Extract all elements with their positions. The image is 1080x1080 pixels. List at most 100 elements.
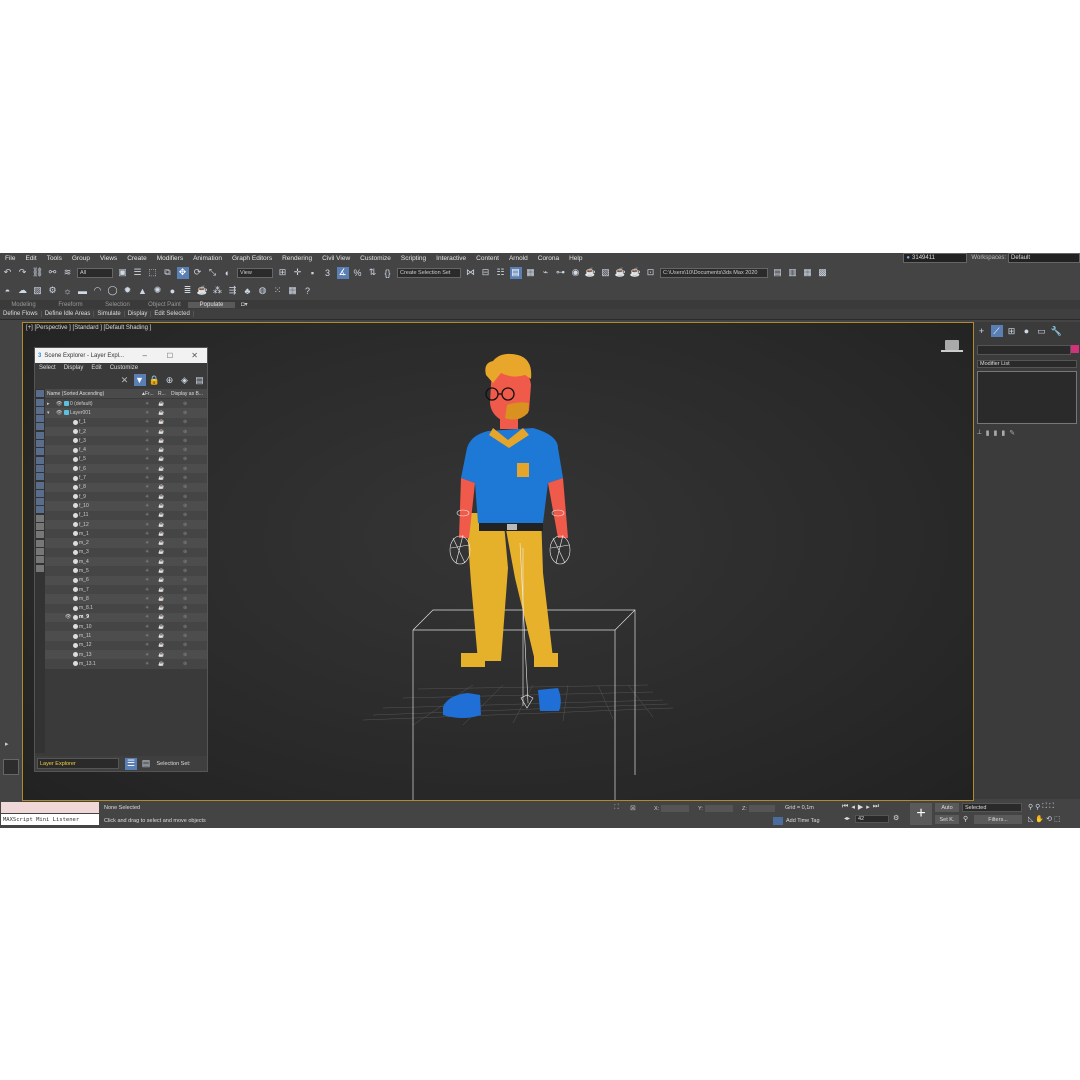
render-toggle-icon[interactable]: ☕ [158,522,164,528]
menu-item-edit[interactable]: Edit [20,255,41,262]
freeze-toggle-icon[interactable]: ✳ [145,410,149,416]
new-layer-icon[interactable]: ▤ [194,374,206,386]
menu-item-rendering[interactable]: Rendering [277,255,317,262]
table-row[interactable]: m_7 ✳ ☕ ⊛ [45,584,207,595]
minimize-icon[interactable]: – [143,351,147,360]
scene-explorer-icon[interactable]: ☷ [495,267,507,279]
freeze-toggle-icon[interactable]: ✳ [145,540,149,546]
x-coord[interactable] [661,805,689,812]
display-tab-icon[interactable]: ▭ [1036,325,1048,337]
menu-item-animation[interactable]: Animation [188,255,227,262]
freeze-toggle-icon[interactable]: ✳ [145,559,149,565]
render-toggle-icon[interactable]: ☕ [158,456,164,462]
explorer-side-tool-icon[interactable] [36,514,44,522]
ribbon-tab-freeform[interactable]: Freeform [47,302,94,308]
render-iterative-icon[interactable]: ☕ [630,267,642,279]
render-toggle-icon[interactable]: ☕ [158,568,164,574]
render-toggle-icon[interactable]: ☕ [158,642,164,648]
add-time-tag[interactable]: Add Time Tag [786,818,820,824]
project-path[interactable]: C:\Users\10\Documents\3ds Max 2020 [660,267,768,278]
table-row[interactable]: m_6 ✳ ☕ ⊛ [45,575,207,585]
table-row[interactable]: f_2 ✳ ☕ ⊛ [45,426,207,437]
table-row[interactable]: f_5 ✳ ☕ ⊛ [45,454,207,465]
project-folder-icon[interactable]: ▤ [772,267,784,279]
make-unique-icon[interactable]: ▮ [994,429,998,437]
explorer-side-tool-icon[interactable] [36,440,44,448]
render-toggle-icon[interactable]: ☕ [158,484,164,490]
table-row[interactable]: m_13.1 ✳ ☕ ⊛ [45,659,207,669]
maximize-icon[interactable]: ☐ [167,352,173,360]
hierarchy-tab-icon[interactable]: ⊞ [1006,325,1018,337]
angle-snap-icon[interactable]: ∡ [336,266,349,279]
explorer-side-tool-icon[interactable] [36,431,44,439]
table-row[interactable]: f_12 ✳ ☕ ⊛ [45,519,207,530]
render-toggle-icon[interactable]: ☕ [158,577,164,583]
material-icon[interactable]: ◍ [257,285,269,297]
layers-icon[interactable]: ◈ [179,374,191,386]
freeze-toggle-icon[interactable]: ✳ [145,568,149,574]
redo-icon[interactable]: ↷ [17,267,29,279]
explorer-side-tool-icon[interactable] [36,415,44,423]
distribute-icon[interactable]: ⇶ [227,285,239,297]
display-box-toggle-icon[interactable]: ⊛ [183,633,187,639]
table-row[interactable]: f_4 ✳ ☕ ⊛ [45,445,207,455]
table-row[interactable]: f_11 ✳ ☕ ⊛ [45,510,207,520]
rect-selection-icon[interactable]: ⬚ [147,267,159,279]
selection-lock-icon[interactable]: ⊠ [630,804,636,812]
table-row[interactable]: f_1 ✳ ☕ ⊛ [45,417,207,427]
freeze-toggle-icon[interactable]: ✳ [145,438,149,444]
rotate-icon[interactable]: ⟳ [192,267,204,279]
move-icon[interactable]: ✥ [176,266,189,279]
link-icon[interactable]: ⛓ [32,267,44,279]
render-toggle-icon[interactable]: ☕ [158,633,164,639]
display-box-toggle-icon[interactable]: ⊛ [183,503,187,509]
table-row[interactable]: m_12 ✳ ☕ ⊛ [45,640,207,651]
render-toggle-icon[interactable]: ☕ [158,540,164,546]
ribbon-tab-object-paint[interactable]: Object Paint [141,302,188,308]
lock-icon[interactable]: 🔒 [149,374,161,386]
explorer-menu-customize[interactable]: Customize [106,365,142,371]
bush-icon[interactable]: ♣ [242,285,254,297]
freeze-toggle-icon[interactable]: ✳ [145,522,149,528]
explorer-side-tool-icon[interactable] [36,506,44,514]
ribbon-tab-modeling[interactable]: Modeling [0,302,47,308]
dome-icon[interactable]: ◠ [92,285,104,297]
play-icon[interactable]: ▶ [858,803,863,811]
freeze-toggle-icon[interactable]: ✳ [145,429,149,435]
display-box-toggle-icon[interactable]: ⊛ [183,652,187,658]
show-end-result-icon[interactable]: ▮ [986,429,990,437]
visibility-eye-icon[interactable]: 👁 [56,410,62,416]
explorer-side-tool-icon[interactable] [36,456,44,464]
freeze-toggle-icon[interactable]: ✳ [145,484,149,490]
sun-alt-icon[interactable]: ✺ [152,285,164,297]
select-by-name-icon[interactable]: ☰ [132,267,144,279]
table-row[interactable]: f_3 ✳ ☕ ⊛ [45,436,207,446]
go-to-end-icon[interactable]: ⏭ [873,803,879,811]
filter-icon[interactable]: ▼ [133,374,146,386]
auto-key-button[interactable]: Auto [935,803,959,812]
zoom-extents-icon[interactable]: ⛶ [1042,803,1047,811]
display-box-toggle-icon[interactable]: ⊛ [183,596,187,602]
bind-space-warp-icon[interactable]: ≋ [62,267,74,279]
display-box-toggle-icon[interactable]: ⊛ [183,587,187,593]
menu-item-file[interactable]: File [0,255,20,262]
maximize-viewport-icon[interactable]: ⬚ [1054,815,1061,823]
scene-explorer-titlebar[interactable]: 3 Scene Explorer - Layer Expl... – ☐ ✕ [35,348,207,363]
freeze-toggle-icon[interactable]: ✳ [145,587,149,593]
menu-item-customize[interactable]: Customize [355,255,396,262]
display-box-toggle-icon[interactable]: ⊛ [183,568,187,574]
open-folder-icon[interactable]: ▦ [802,267,814,279]
freeze-toggle-icon[interactable]: ✳ [145,494,149,500]
mirror-icon[interactable]: ⋈ [465,267,477,279]
table-row[interactable]: f_6 ✳ ☕ ⊛ [45,464,207,474]
eye-icon[interactable]: ◓ [2,285,14,297]
display-box-toggle-icon[interactable]: ⊛ [183,484,187,490]
cone-icon[interactable]: ▲ [137,285,149,297]
current-frame-field[interactable]: 42 [855,815,889,823]
render-toggle-icon[interactable]: ☕ [158,531,164,537]
key-mode-icon[interactable]: ◂▸ [844,815,850,822]
render-toggle-icon[interactable]: ☕ [158,614,164,620]
table-row[interactable]: m_1 ✳ ☕ ⊛ [45,529,207,539]
display-box-toggle-icon[interactable]: ⊛ [183,624,187,630]
render-toggle-icon[interactable]: ☕ [158,438,164,444]
